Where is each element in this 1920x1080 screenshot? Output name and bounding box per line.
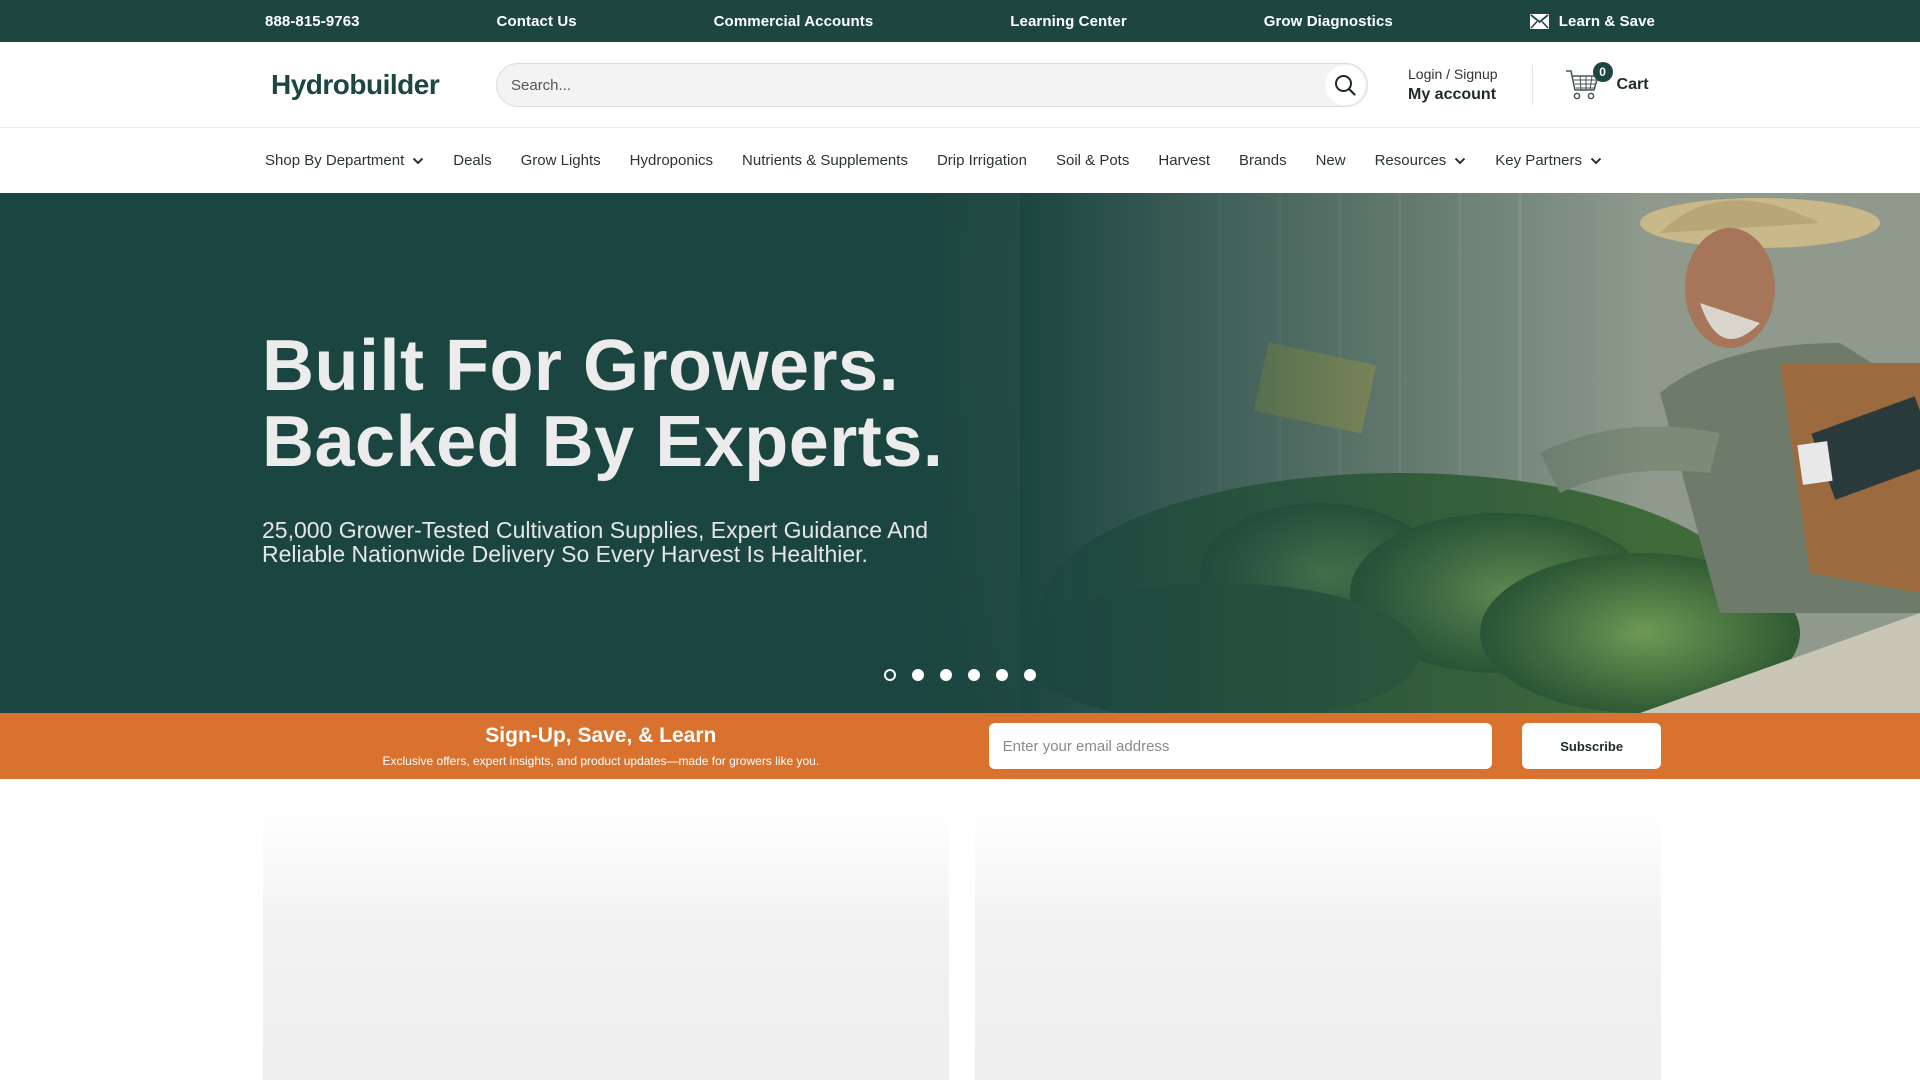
cart-button[interactable]: 0 Cart bbox=[1565, 62, 1649, 102]
my-account-link[interactable]: My account bbox=[1408, 86, 1498, 104]
search-icon bbox=[1335, 75, 1356, 96]
nav-item-harvest[interactable]: Harvest bbox=[1158, 152, 1210, 169]
nav-item-label: Deals bbox=[453, 152, 492, 169]
promo-card-left[interactable] bbox=[263, 807, 949, 1080]
commercial-accounts-link[interactable]: Commercial Accounts bbox=[714, 13, 874, 30]
nav-item-key-partners[interactable]: Key Partners bbox=[1495, 152, 1602, 169]
top-utility-bar: 888-815-9763 Contact Us Commercial Accou… bbox=[0, 0, 1920, 42]
content-cards bbox=[259, 807, 1661, 1080]
nav-item-new[interactable]: New bbox=[1316, 152, 1346, 169]
carousel-dot-4[interactable] bbox=[968, 669, 980, 681]
header-divider bbox=[1531, 65, 1533, 105]
search-input[interactable] bbox=[511, 76, 1325, 94]
search-button[interactable] bbox=[1325, 65, 1365, 105]
hero-headline-line2: Backed By Experts. bbox=[262, 402, 944, 482]
nav-item-label: Nutrients & Supplements bbox=[742, 152, 908, 169]
nav-item-label: Key Partners bbox=[1495, 152, 1583, 169]
carousel-dot-5[interactable] bbox=[996, 669, 1008, 681]
nav-item-label: Drip Irrigation bbox=[936, 152, 1027, 169]
nav-item-label: Harvest bbox=[1158, 152, 1211, 169]
contact-us-link[interactable]: Contact Us bbox=[497, 13, 577, 30]
chevron-down-icon bbox=[1590, 157, 1602, 164]
hero-grower-image bbox=[1020, 193, 1920, 713]
nav-item-soil-pots[interactable]: Soil & Pots bbox=[1056, 152, 1129, 169]
nav-item-label: Resources bbox=[1374, 152, 1447, 169]
nav-item-label: Shop By Department bbox=[265, 152, 405, 169]
subscribe-button[interactable]: Subscribe bbox=[1522, 723, 1661, 769]
logo-text: Hydrobuilder bbox=[271, 69, 440, 100]
hero-subheadline-line1: 25,000 Grower-Tested Cultivation Supplie… bbox=[262, 517, 929, 543]
hero-subheadline-line2: Reliable Nationwide Delivery So Every Ha… bbox=[262, 541, 868, 567]
hero-headline-line1: Built For Growers. bbox=[262, 326, 900, 406]
chevron-down-icon bbox=[413, 157, 424, 164]
chevron-down-icon bbox=[1455, 157, 1466, 164]
grow-diagnostics-link[interactable]: Grow Diagnostics bbox=[1264, 13, 1393, 30]
hero-banner[interactable]: Built For Growers. Backed By Experts. 25… bbox=[0, 193, 1920, 713]
nav-item-shop-by-department[interactable]: Shop By Department bbox=[265, 152, 424, 169]
carousel-dots bbox=[884, 669, 1036, 681]
nav-item-drip-irrigation[interactable]: Drip Irrigation bbox=[937, 152, 1027, 169]
signup-text: Sign-Up, Save, & Learn Exclusive offers,… bbox=[259, 724, 943, 768]
signup-description: Exclusive offers, expert insights, and p… bbox=[382, 754, 820, 768]
newsletter-signup-band: Sign-Up, Save, & Learn Exclusive offers,… bbox=[0, 713, 1920, 779]
nav-item-hydroponics[interactable]: Hydroponics bbox=[630, 152, 713, 169]
site-header: Hydrobuilder Login / Signup My account 0… bbox=[0, 42, 1920, 128]
envelope-icon bbox=[1529, 13, 1549, 29]
carousel-dot-6[interactable] bbox=[1024, 669, 1036, 681]
nav-item-nutrients-supplements[interactable]: Nutrients & Supplements bbox=[742, 152, 908, 169]
learning-center-link[interactable]: Learning Center bbox=[1010, 13, 1127, 30]
nav-item-brands[interactable]: Brands bbox=[1239, 152, 1287, 169]
nav-item-grow-lights[interactable]: Grow Lights bbox=[521, 152, 601, 169]
phone-link[interactable]: 888-815-9763 bbox=[265, 13, 360, 30]
cart-count-badge: 0 bbox=[1592, 62, 1613, 82]
hero-text: Built For Growers. Backed By Experts. 25… bbox=[262, 328, 1002, 566]
signup-title: Sign-Up, Save, & Learn bbox=[485, 724, 717, 747]
learn-save-link[interactable]: Learn & Save bbox=[1529, 12, 1655, 30]
carousel-dot-3[interactable] bbox=[940, 669, 952, 681]
promo-card-right[interactable] bbox=[975, 807, 1661, 1080]
email-input[interactable] bbox=[988, 723, 1493, 769]
nav-item-deals[interactable]: Deals bbox=[453, 152, 491, 169]
nav-item-label: Brands bbox=[1239, 152, 1287, 169]
cart-label: Cart bbox=[1616, 76, 1649, 93]
nav-item-resources[interactable]: Resources bbox=[1375, 152, 1467, 169]
account-menu[interactable]: Login / Signup My account bbox=[1408, 66, 1498, 104]
nav-item-label: Hydroponics bbox=[629, 152, 714, 169]
nav-item-label: New bbox=[1315, 152, 1346, 169]
nav-item-label: Grow Lights bbox=[520, 152, 601, 169]
learn-save-label: Learn & Save bbox=[1558, 12, 1655, 30]
login-signup-link[interactable]: Login / Signup bbox=[1408, 66, 1498, 82]
search-bar bbox=[496, 63, 1368, 107]
nav-item-label: Soil & Pots bbox=[1055, 152, 1130, 169]
hydrobuilder-logo[interactable]: Hydrobuilder bbox=[271, 65, 443, 105]
carousel-dot-2[interactable] bbox=[912, 669, 924, 681]
main-navigation: Shop By Department Deals Grow Lights Hydrop… bbox=[0, 128, 1920, 193]
carousel-dot-1[interactable] bbox=[884, 669, 896, 681]
hero-headline: Built For Growers. Backed By Experts. bbox=[262, 328, 1002, 480]
hero-subheadline: 25,000 Grower-Tested Cultivation Supplie… bbox=[262, 518, 1002, 566]
